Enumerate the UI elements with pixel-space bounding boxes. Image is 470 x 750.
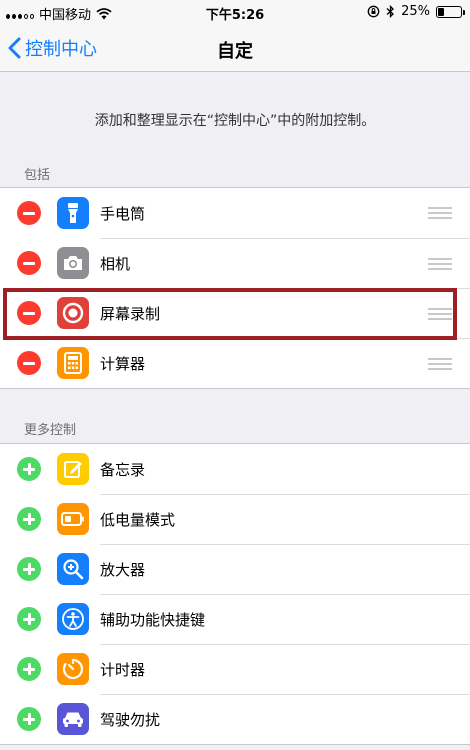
item-label: 计算器 [100, 355, 146, 373]
row-content: 放大器 [100, 544, 470, 594]
remove-button[interactable] [17, 351, 41, 375]
reorder-handle[interactable] [428, 207, 452, 219]
battery-percent: 25% [401, 4, 430, 19]
camera-icon [57, 247, 89, 279]
item-label: 辅助功能快捷键 [100, 611, 206, 629]
flashlight-icon [57, 197, 89, 229]
section-header-more-controls: 更多控制 [24, 423, 77, 438]
reorder-handle[interactable] [428, 358, 452, 370]
row-content: 计算器 [100, 338, 470, 388]
add-button[interactable] [17, 657, 41, 681]
row-content: 计时器 [100, 644, 470, 694]
included-controls-list: 手电筒 相机 屏幕录制 计算器 [0, 187, 470, 389]
list-item-do-not-disturb-driving: 驾驶勿扰 [0, 694, 470, 744]
add-button[interactable] [17, 507, 41, 531]
orientation-lock-icon [367, 5, 380, 18]
car-icon [57, 703, 89, 735]
status-right: 25% [367, 4, 465, 19]
bluetooth-icon [386, 5, 395, 18]
add-button[interactable] [17, 457, 41, 481]
timer-icon [57, 653, 89, 685]
more-controls-list: 备忘录 低电量模式 放大器 辅助功能快捷键 计时器 驾驶勿扰 [0, 443, 470, 745]
notes-icon [57, 453, 89, 485]
remove-button[interactable] [17, 251, 41, 275]
navigation-bar: 控制中心 自定 [0, 24, 470, 72]
list-item-timer: 计时器 [0, 644, 470, 694]
magnifier-icon [57, 553, 89, 585]
row-content: 辅助功能快捷键 [100, 594, 470, 644]
row-content: 相机 [100, 238, 470, 288]
row-content: 低电量模式 [100, 494, 470, 544]
list-item-notes: 备忘录 [0, 444, 470, 494]
list-item-low-power-mode: 低电量模式 [0, 494, 470, 544]
add-button[interactable] [17, 707, 41, 731]
row-content: 驾驶勿扰 [100, 694, 470, 744]
row-content: 屏幕录制 [100, 288, 470, 338]
item-label: 备忘录 [100, 460, 146, 479]
item-label: 驾驶勿扰 [100, 711, 161, 729]
item-label: 手电筒 [100, 204, 146, 223]
list-item-screen-recording: 屏幕录制 [0, 288, 470, 338]
item-label: 屏幕录制 [100, 305, 161, 323]
remove-button[interactable] [17, 301, 41, 325]
item-label: 低电量模式 [100, 511, 176, 529]
list-item-flashlight: 手电筒 [0, 188, 470, 238]
row-content: 备忘录 [100, 444, 470, 494]
battery-icon [436, 5, 465, 18]
add-button[interactable] [17, 607, 41, 631]
screen-record-icon [57, 297, 89, 329]
item-label: 相机 [100, 255, 131, 273]
reorder-handle[interactable] [428, 308, 452, 320]
calculator-icon [57, 347, 89, 379]
list-item-calculator: 计算器 [0, 338, 470, 388]
low-power-icon [57, 503, 89, 535]
item-label: 放大器 [100, 561, 146, 579]
list-item-camera: 相机 [0, 238, 470, 288]
status-bar: 中国移动 下午5:26 25% [0, 0, 470, 24]
battery-level [438, 7, 444, 16]
list-item-accessibility-shortcut: 辅助功能快捷键 [0, 594, 470, 644]
add-button[interactable] [17, 557, 41, 581]
item-label: 计时器 [100, 661, 146, 679]
list-item-magnifier: 放大器 [0, 544, 470, 594]
page-title: 自定 [217, 41, 253, 62]
remove-button[interactable] [17, 201, 41, 225]
reorder-handle[interactable] [428, 258, 452, 270]
row-content: 手电筒 [100, 188, 470, 238]
section-header-included: 包括 [24, 168, 51, 183]
description-text: 添加和整理显示在“控制中心”中的附加控制。 [94, 113, 376, 129]
accessibility-icon [57, 603, 89, 635]
